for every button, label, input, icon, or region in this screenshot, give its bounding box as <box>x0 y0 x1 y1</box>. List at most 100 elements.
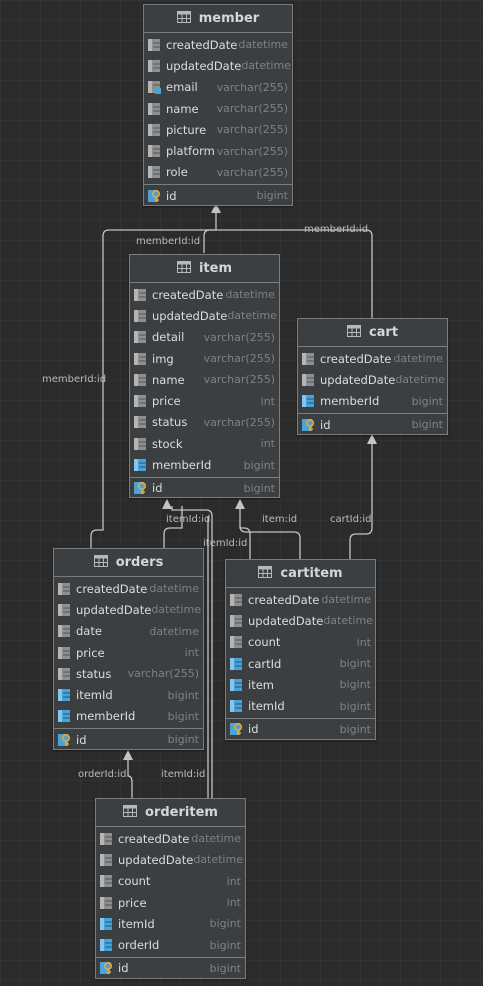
rel-line-item-member <box>203 211 217 253</box>
column-row[interactable]: id bigint <box>54 728 203 750</box>
column-row[interactable]: id bigint <box>96 956 245 979</box>
column-row[interactable]: status varchar(255) <box>130 412 279 433</box>
column-row[interactable]: name varchar(255) <box>144 98 292 119</box>
column-name: memberId <box>152 458 212 473</box>
column-row[interactable]: id bigint <box>226 717 375 740</box>
primary-key-icon <box>301 418 315 432</box>
column-row[interactable]: updatedDate datetime <box>298 369 447 390</box>
column-row[interactable]: picture varchar(255) <box>144 119 292 140</box>
column-row[interactable]: createdDate datetime <box>226 589 375 610</box>
column-row[interactable]: status varchar(255) <box>54 663 203 684</box>
table-orderitem[interactable]: orderitem createdDate datetime updatedDate d… <box>95 798 246 979</box>
column-type: varchar(255) <box>216 165 288 179</box>
column-row[interactable]: stock int <box>130 433 279 454</box>
column-row[interactable]: createdDate datetime <box>54 578 203 599</box>
column-row[interactable]: memberId bigint <box>298 391 447 412</box>
column-type: varchar(255) <box>216 102 288 116</box>
rel-label-item-member: memberId:id <box>136 236 201 247</box>
column-name: updatedDate <box>152 308 228 323</box>
table-icon <box>93 554 108 571</box>
primary-key-icon <box>147 189 161 203</box>
column-icon <box>301 352 315 366</box>
column-row[interactable]: role varchar(255) <box>144 162 292 183</box>
column-row[interactable]: memberId bigint <box>130 454 279 475</box>
column-name: id <box>166 188 177 203</box>
column-row[interactable]: name varchar(255) <box>130 369 279 390</box>
rel-label-orders-member: memberId:id <box>42 374 107 385</box>
column-row[interactable]: itemId bigint <box>54 684 203 705</box>
column-row[interactable]: item bigint <box>226 674 375 695</box>
table-header[interactable]: item <box>130 255 279 283</box>
column-row[interactable]: count int <box>96 871 245 892</box>
column-name: createdDate <box>118 831 190 846</box>
column-row[interactable]: updatedDate datetime <box>54 599 203 620</box>
column-row[interactable]: createdDate datetime <box>144 34 292 55</box>
column-row[interactable]: detail varchar(255) <box>130 327 279 348</box>
column-icon <box>133 288 147 302</box>
column-row[interactable]: count int <box>226 632 375 653</box>
table-orders[interactable]: orders createdDate datetime updatedDate date… <box>53 548 204 750</box>
column-row[interactable]: updatedDate datetime <box>226 610 375 631</box>
column-row[interactable]: itemId bigint <box>226 695 375 716</box>
column-row[interactable]: id bigint <box>144 184 292 206</box>
column-row[interactable]: createdDate datetime <box>130 284 279 305</box>
column-row[interactable]: updatedDate datetime <box>130 305 279 326</box>
table-cart[interactable]: cart createdDate datetime updatedDate dateti… <box>297 318 448 435</box>
column-row[interactable]: memberId bigint <box>54 706 203 727</box>
column-row[interactable]: platform varchar(255) <box>144 140 292 161</box>
column-name: name <box>152 372 185 387</box>
column-type: bigint <box>209 917 241 931</box>
column-type: varchar(255) <box>216 123 288 137</box>
column-row[interactable]: createdDate datetime <box>298 348 447 369</box>
column-name: createdDate <box>166 37 238 52</box>
column-name: updatedDate <box>320 372 396 387</box>
column-icon <box>57 646 71 660</box>
column-type: bigint <box>411 394 443 408</box>
table-name: orders <box>115 555 164 570</box>
column-type: datetime <box>238 38 288 52</box>
column-name: detail <box>152 330 185 345</box>
column-row[interactable]: createdDate datetime <box>96 828 245 849</box>
column-type: int <box>260 394 275 408</box>
rel-label-orderitem-item: itemId:id <box>203 538 248 549</box>
foreign-key-column-icon <box>133 458 147 472</box>
column-icon <box>99 853 113 867</box>
table-cartitem[interactable]: cartitem createdDate datetime updatedDate da… <box>225 559 376 740</box>
primary-key-icon <box>133 481 147 495</box>
column-row[interactable]: id bigint <box>130 476 279 499</box>
foreign-key-column-icon <box>99 938 113 952</box>
column-name: id <box>248 722 259 737</box>
column-icon <box>99 874 113 888</box>
table-member[interactable]: member createdDate datetime updatedDate date… <box>143 4 293 206</box>
table-header[interactable]: cart <box>298 319 447 347</box>
column-row[interactable]: cartId bigint <box>226 653 375 674</box>
column-row[interactable]: price int <box>54 642 203 663</box>
column-type: varchar(255) <box>203 352 275 366</box>
column-type: bigint <box>256 189 288 203</box>
rel-label-cartitem-cart: cartId:id <box>330 514 372 525</box>
table-item[interactable]: item createdDate datetime updatedDate dateti… <box>129 254 280 498</box>
column-row[interactable]: id bigint <box>298 412 447 435</box>
table-header[interactable]: member <box>144 5 292 33</box>
arrow-to-cart <box>367 434 377 444</box>
column-row[interactable]: img varchar(255) <box>130 348 279 369</box>
column-icon <box>147 38 161 52</box>
column-row[interactable]: orderId bigint <box>96 934 245 955</box>
column-row[interactable]: itemId bigint <box>96 913 245 934</box>
table-header[interactable]: orderitem <box>96 799 245 827</box>
column-name: itemId <box>118 916 155 931</box>
table-icon <box>346 324 361 341</box>
column-name: platform <box>166 144 215 159</box>
column-row[interactable]: date datetime <box>54 621 203 642</box>
rel-line-orderitem-orders <box>127 758 133 798</box>
foreign-key-column-icon <box>57 688 71 702</box>
column-row[interactable]: price int <box>96 892 245 913</box>
column-row[interactable]: email varchar(255) <box>144 77 292 98</box>
column-row[interactable]: price int <box>130 390 279 411</box>
column-icon <box>133 352 147 366</box>
table-header[interactable]: cartitem <box>226 560 375 588</box>
table-header[interactable]: orders <box>54 549 203 577</box>
column-row[interactable]: updatedDate datetime <box>96 849 245 870</box>
column-row[interactable]: updatedDate datetime <box>144 55 292 76</box>
column-type: varchar(255) <box>203 373 275 387</box>
